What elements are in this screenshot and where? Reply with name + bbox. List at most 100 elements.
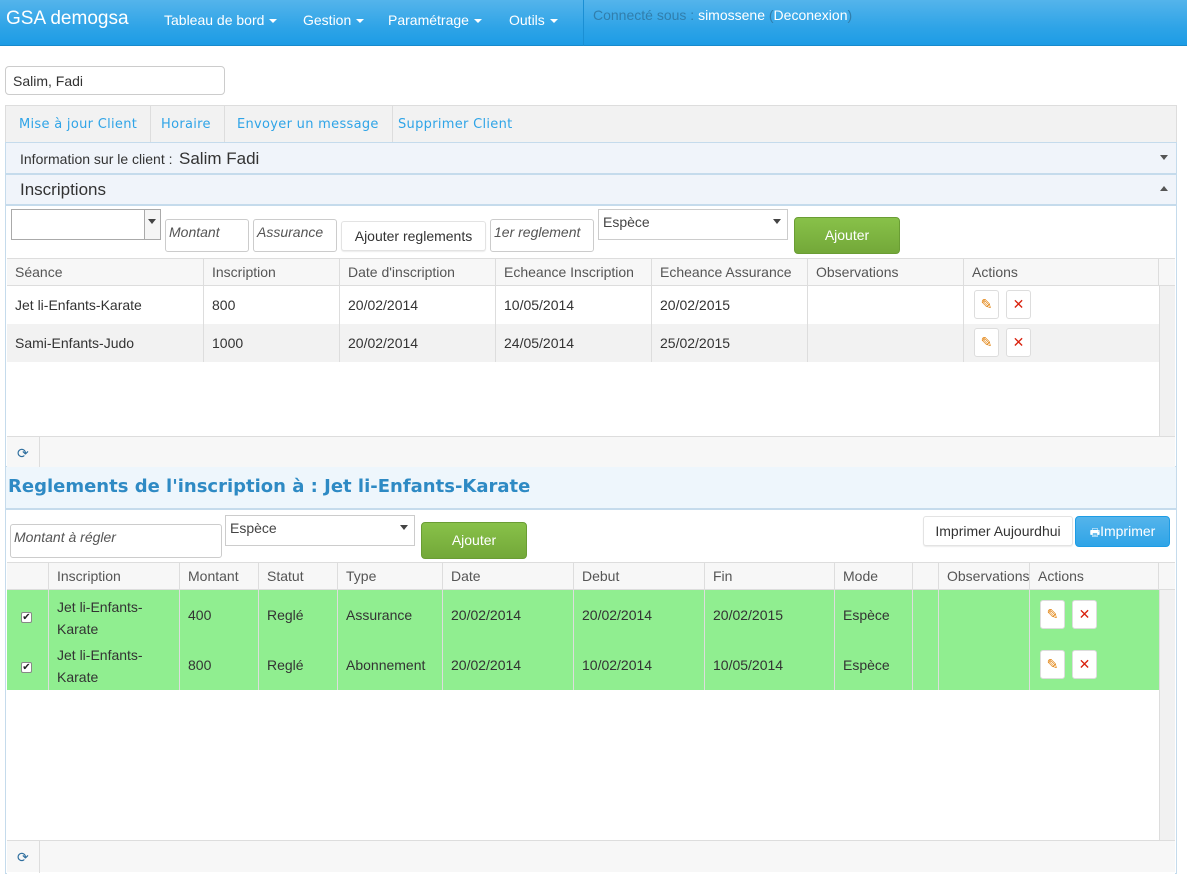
edit-button[interactable]: ✎ — [974, 328, 999, 357]
row-checkbox[interactable]: ✔ — [21, 612, 32, 623]
col-seance[interactable]: Séance — [7, 259, 204, 286]
inscription-line2: Karate — [57, 621, 99, 637]
inscriptions-grid: Séance Inscription Date d'inscription Ec… — [7, 258, 1175, 469]
cell-fin: 10/05/2014 — [705, 640, 835, 690]
reglements-title-bar: Reglements de l'inscription à : Jet li-E… — [5, 467, 1177, 509]
ajouter-inscription-button[interactable]: Ajouter — [794, 217, 900, 254]
col-select[interactable] — [7, 563, 49, 590]
username: simossene — [698, 7, 765, 23]
cross-icon: ✕ — [1012, 296, 1025, 312]
pencil-icon: ✎ — [1046, 606, 1059, 622]
mode-value: Espèce — [230, 520, 277, 536]
col-date[interactable]: Date — [443, 563, 574, 590]
cell-debut: 10/02/2014 — [574, 640, 705, 690]
col-fin[interactable]: Fin — [705, 563, 835, 590]
tab-mise-a-jour-client[interactable]: Mise à jour Client — [6, 106, 152, 143]
grid-footer: ⟳ — [7, 840, 1175, 873]
col-mode[interactable]: Mode — [835, 563, 913, 590]
col-type[interactable]: Type — [338, 563, 443, 590]
client-search-input[interactable] — [5, 66, 225, 95]
cell-statut: Reglé — [259, 590, 338, 640]
mode-select[interactable]: Espèce — [598, 209, 788, 240]
col-echeance-assurance[interactable]: Echeance Assurance — [652, 259, 808, 286]
col-echeance-inscription[interactable]: Echeance Inscription — [496, 259, 652, 286]
cell-echeance-inscription: 24/05/2014 — [496, 324, 652, 362]
seance-select[interactable] — [11, 209, 161, 240]
table-row[interactable]: Jet li-Enfants-Karate 800 20/02/2014 10/… — [7, 286, 1159, 324]
tab-envoyer-message[interactable]: Envoyer un message — [224, 106, 393, 143]
table-row[interactable]: ✔ Jet li-Enfants- Karate 400 Reglé Assur… — [7, 590, 1159, 640]
vertical-scrollbar[interactable] — [1159, 590, 1175, 840]
col-inscription[interactable]: Inscription — [49, 563, 180, 590]
divider — [39, 437, 40, 469]
cell-date: 20/02/2014 — [443, 640, 574, 690]
ajouter-reglement-button[interactable]: Ajouter — [421, 522, 527, 559]
brand-logo[interactable]: GSA demogsa — [6, 8, 129, 30]
col-debut[interactable]: Debut — [574, 563, 705, 590]
cell-actions: ✎ ✕ — [964, 324, 1159, 362]
cell-inscription: 1000 — [204, 324, 340, 362]
edit-button[interactable]: ✎ — [974, 290, 999, 319]
inscription-line1: Jet li-Enfants- — [57, 599, 143, 615]
reglement-mode-select[interactable]: Espèce — [225, 515, 415, 546]
col-actions[interactable]: Actions — [1030, 563, 1159, 590]
col-date-inscription[interactable]: Date d'inscription — [340, 259, 496, 286]
col-inscription[interactable]: Inscription — [204, 259, 340, 286]
caret-down-icon — [148, 219, 156, 224]
assurance-input[interactable]: Assurance — [253, 219, 337, 252]
menu-tableau-de-bord[interactable]: Tableau de bord — [164, 12, 278, 28]
menu-label: Paramétrage — [388, 12, 469, 28]
menu-gestion[interactable]: Gestion — [303, 12, 365, 28]
table-row[interactable]: ✔ Jet li-Enfants- Karate 800 Reglé Abonn… — [7, 640, 1159, 690]
caret-down-icon — [356, 19, 365, 24]
menu-outils[interactable]: Outils — [509, 12, 558, 28]
delete-button[interactable]: ✕ — [1006, 290, 1031, 319]
premier-reglement-input[interactable]: 1er reglement — [490, 219, 594, 252]
grid-footer: ⟳ — [7, 436, 1175, 469]
menu-label: Outils — [509, 12, 545, 28]
inscriptions-header[interactable]: Inscriptions — [5, 174, 1177, 205]
cell-extra — [913, 590, 939, 640]
menu-parametrage[interactable]: Paramétrage — [388, 12, 482, 28]
caret-down-icon — [549, 19, 558, 24]
vertical-scrollbar[interactable] — [1159, 286, 1175, 436]
client-info-header[interactable]: Information sur le client : Salim Fadi — [5, 142, 1177, 174]
montant-a-regler-input[interactable]: Montant à régler — [10, 524, 222, 558]
cell-select: ✔ — [7, 640, 49, 690]
col-actions[interactable]: Actions — [964, 259, 1159, 286]
grid-header: Inscription Montant Statut Type Date Deb… — [7, 563, 1175, 590]
col-observations[interactable]: Observations — [939, 563, 1030, 590]
edit-button[interactable]: ✎ — [1040, 650, 1065, 679]
cell-select: ✔ — [7, 590, 49, 640]
cell-observations — [808, 324, 964, 362]
refresh-icon[interactable]: ⟳ — [17, 849, 29, 866]
col-montant[interactable]: Montant — [180, 563, 259, 590]
delete-button[interactable]: ✕ — [1072, 600, 1097, 629]
cell-actions: ✎ ✕ — [1030, 640, 1159, 690]
imprimer-label: Imprimer — [1100, 523, 1156, 539]
imprimer-button[interactable]: 🖶Imprimer — [1075, 516, 1170, 547]
col-extra[interactable] — [913, 563, 939, 590]
cell-inscription: Jet li-Enfants- Karate — [49, 640, 180, 690]
edit-button[interactable]: ✎ — [1040, 600, 1065, 629]
cell-echeance-assurance: 20/02/2015 — [652, 286, 808, 324]
col-statut[interactable]: Statut — [259, 563, 338, 590]
reglements-title: Reglements de l'inscription à : Jet li-E… — [8, 476, 531, 497]
caret-down-icon — [269, 19, 278, 24]
delete-button[interactable]: ✕ — [1006, 328, 1031, 357]
ajouter-reglements-button[interactable]: Ajouter reglements — [341, 221, 486, 251]
tab-supprimer-client[interactable]: Supprimer Client — [385, 106, 526, 143]
col-observations[interactable]: Observations — [808, 259, 964, 286]
cell-statut: Reglé — [259, 640, 338, 690]
table-row[interactable]: Sami-Enfants-Judo 1000 20/02/2014 24/05/… — [7, 324, 1159, 362]
cell-seance: Jet li-Enfants-Karate — [7, 286, 204, 324]
imprimer-aujourdhui-button[interactable]: Imprimer Aujourdhui — [923, 516, 1073, 546]
row-checkbox[interactable]: ✔ — [21, 662, 32, 673]
delete-button[interactable]: ✕ — [1072, 650, 1097, 679]
cell-date: 20/02/2014 — [443, 590, 574, 640]
montant-input[interactable]: Montant — [165, 219, 249, 252]
logout-link[interactable]: Deconexion — [774, 7, 848, 23]
connected-label: Connecté sous : — [593, 7, 695, 23]
refresh-icon[interactable]: ⟳ — [17, 445, 29, 462]
tab-horaire[interactable]: Horaire — [148, 106, 225, 143]
